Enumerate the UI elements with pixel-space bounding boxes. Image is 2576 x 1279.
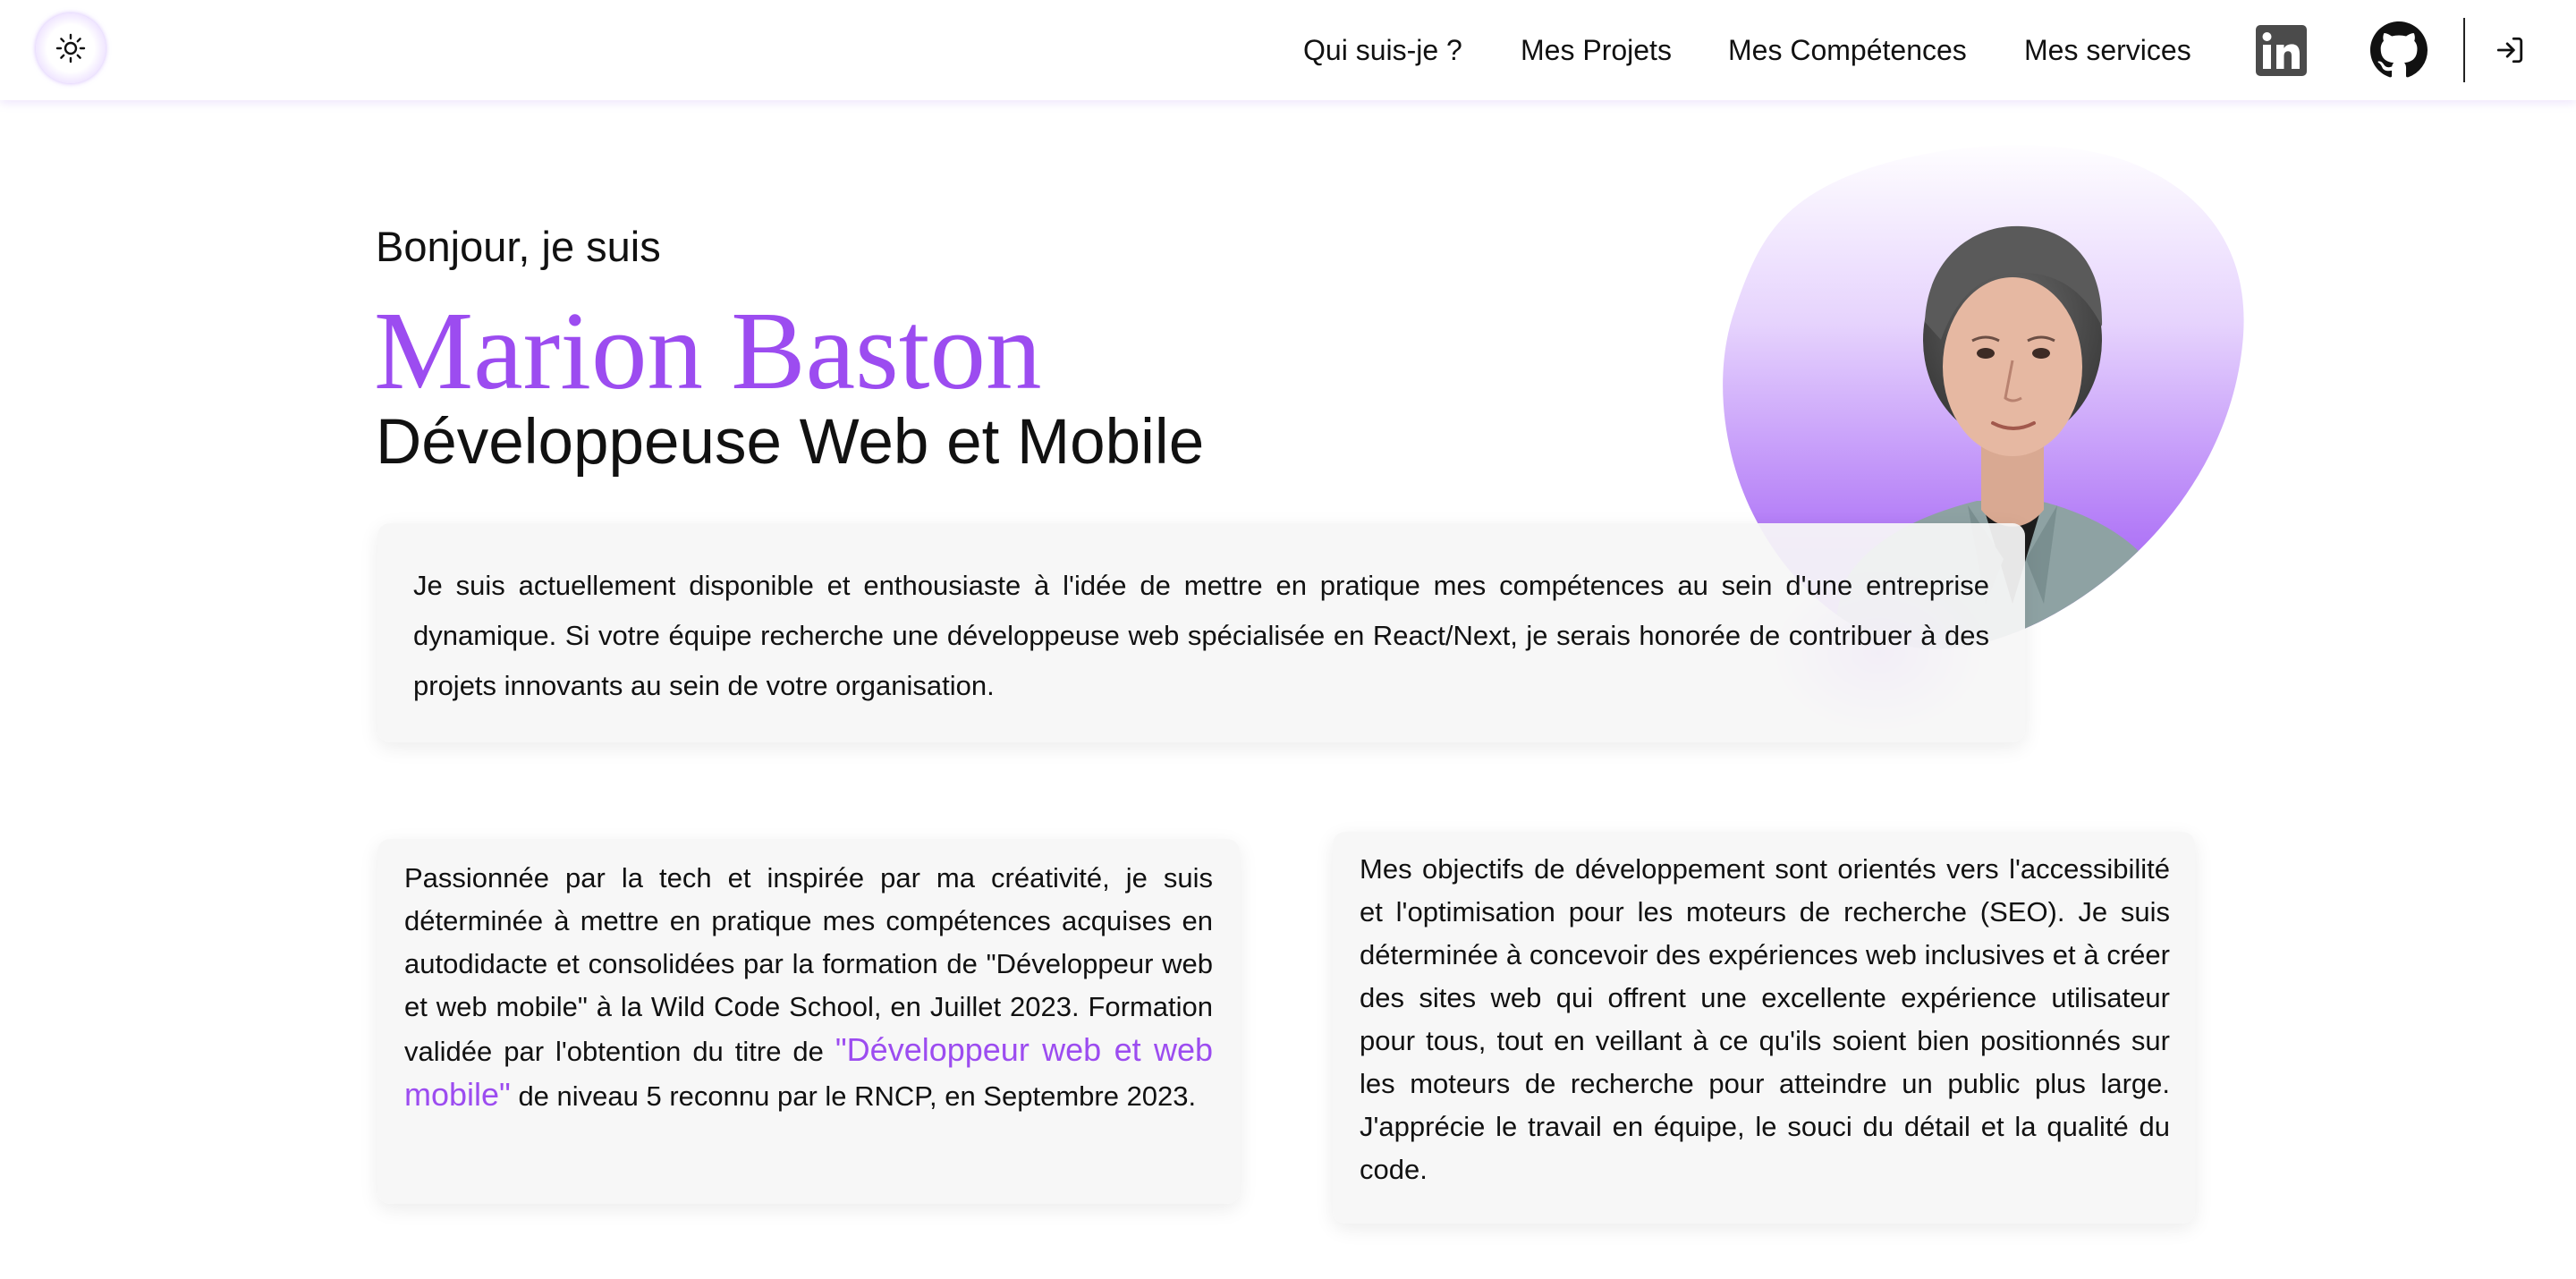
hero-name: Marion Baston [374,290,1042,413]
intro-card: Je suis actuellement disponible et entho… [377,523,2025,742]
github-icon [2370,21,2428,78]
intro-text: Je suis actuellement disponible et entho… [413,570,1989,701]
linkedin-link[interactable] [2256,25,2307,76]
login-icon [2496,37,2523,64]
header-divider [2463,18,2465,82]
linkedin-icon [2256,25,2307,76]
theme-toggle-button[interactable] [36,13,106,83]
about-objectives-text: Mes objectifs de développement sont orie… [1360,853,2170,1185]
nav-link-qui-suis-je[interactable]: Qui suis-je ? [1303,30,1462,70]
about-card-objectives: Mes objectifs de développement sont orie… [1333,832,2195,1224]
about-card-formation: Passionnée par la tech et inspirée par m… [377,839,1240,1204]
sun-icon [55,33,86,64]
about-formation-text: Passionnée par la tech et inspirée par m… [404,857,1213,1118]
hero-role: Développeuse Web et Mobile [376,407,1205,478]
nav-link-mes-competences[interactable]: Mes Compétences [1728,30,1967,70]
nav-link-mes-projets[interactable]: Mes Projets [1521,30,1672,70]
github-link[interactable] [2370,21,2428,79]
hero-greeting: Bonjour, je suis [376,223,661,270]
nav-link-mes-services[interactable]: Mes services [2024,30,2191,70]
login-button[interactable] [2494,34,2526,66]
about-formation-text-end: de niveau 5 reconnu par le RNCP, en Sept… [510,1080,1197,1112]
site-header: Qui suis-je ? Mes Projets Mes Compétence… [0,0,2576,100]
